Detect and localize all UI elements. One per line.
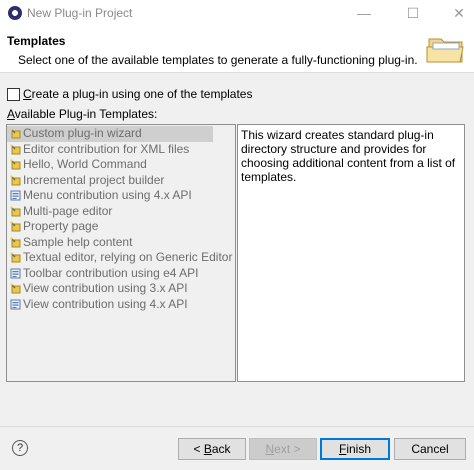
- template-label: Textual editor, relying on Generic Edito…: [23, 250, 233, 264]
- template-icon: [10, 268, 21, 278]
- template-label: Custom plug-in wizard: [23, 126, 142, 140]
- minimize-button[interactable]: —: [347, 2, 381, 24]
- finish-button[interactable]: Finish: [320, 438, 390, 460]
- template-label: Multi-page editor: [23, 203, 113, 218]
- template-list-item[interactable]: Menu contribution using 4.x API: [7, 188, 235, 204]
- template-list-item[interactable]: Multi-page editor: [7, 204, 235, 220]
- back-button[interactable]: < Back: [178, 438, 246, 460]
- template-description: This wizard creates standard plug-in dir…: [237, 124, 465, 382]
- template-label: Property page: [23, 219, 99, 233]
- create-from-template-checkbox[interactable]: [7, 87, 20, 101]
- template-label: Incremental project builder: [23, 172, 165, 187]
- wizard-header: Templates Select one of the available te…: [0, 27, 474, 73]
- template-label: Toolbar contribution using e4 API: [23, 265, 199, 280]
- wizard-icon: [10, 128, 21, 139]
- help-icon[interactable]: ?: [12, 440, 28, 456]
- template-list-item[interactable]: Custom plug-in wizard: [7, 126, 213, 142]
- window-title: New Plug-in Project: [27, 6, 133, 20]
- template-icon: [10, 190, 21, 201]
- wizard-icon: [10, 205, 21, 216]
- wizard-icon: [10, 236, 21, 247]
- folder-icon: [426, 38, 464, 63]
- template-icon: [10, 299, 21, 309]
- template-list-item[interactable]: Incremental project builder: [7, 173, 235, 189]
- create-from-template-label[interactable]: Create a plug-in using one of the templa…: [23, 87, 252, 101]
- template-label: Hello, World Command: [23, 157, 147, 171]
- template-list-item[interactable]: View contribution using 3.x API: [7, 281, 235, 297]
- template-label: Editor contribution for XML files: [23, 141, 190, 156]
- button-bar-separator: [0, 426, 474, 427]
- template-list-item[interactable]: View contribution using 4.x API: [7, 297, 235, 313]
- create-from-template-row[interactable]: Create a plug-in using one of the templa…: [7, 87, 252, 101]
- cancel-button[interactable]: Cancel: [394, 438, 466, 460]
- template-list-item[interactable]: Hello, World Command: [7, 157, 235, 173]
- template-list-item[interactable]: Toolbar contribution using e4 API: [7, 266, 235, 282]
- wizard-icon: [10, 143, 21, 154]
- template-list-item[interactable]: Textual editor, relying on Generic Edito…: [7, 250, 235, 266]
- wizard-icon: [10, 283, 21, 294]
- wizard-icon: [10, 252, 21, 263]
- wizard-icon: [10, 159, 21, 170]
- next-button[interactable]: Next >: [249, 438, 317, 460]
- close-button[interactable]: ✕: [442, 2, 474, 24]
- page-title: Templates: [7, 34, 66, 48]
- template-label: Menu contribution using 4.x API: [23, 188, 192, 202]
- page-description: Select one of the available templates to…: [18, 53, 418, 67]
- maximize-button[interactable]: ☐: [396, 2, 430, 24]
- template-list-item[interactable]: Property page: [7, 219, 235, 235]
- template-label: View contribution using 4.x API: [23, 296, 188, 311]
- wizard-icon: [10, 174, 21, 185]
- template-label: View contribution using 3.x API: [23, 281, 188, 295]
- template-list-item[interactable]: Sample help content: [7, 235, 235, 251]
- templates-list[interactable]: Custom plug-in wizard Editor contribution…: [6, 124, 236, 382]
- wizard-icon: [10, 221, 21, 232]
- template-label: Sample help content: [23, 234, 133, 249]
- template-list-item[interactable]: Editor contribution for XML files: [7, 142, 235, 158]
- title-bar: New Plug-in Project — ☐ ✕: [0, 0, 474, 27]
- eclipse-icon: [8, 6, 22, 20]
- available-templates-label: Available Plug-in Templates:: [7, 107, 158, 121]
